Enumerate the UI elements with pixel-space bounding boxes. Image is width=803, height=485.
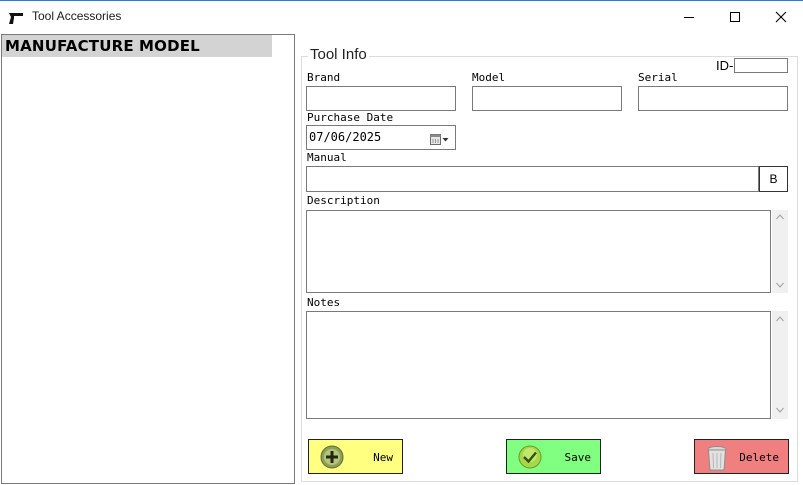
window-title: Tool Accessories — [32, 9, 122, 23]
description-label: Description — [307, 194, 380, 207]
serial-label: Serial — [638, 71, 678, 84]
serial-field[interactable] — [638, 86, 788, 111]
minimize-icon — [684, 17, 694, 18]
close-button[interactable] — [758, 1, 803, 33]
brand-label: Brand — [307, 71, 341, 84]
maximize-button[interactable] — [712, 1, 758, 33]
save-button-label: Save — [564, 451, 592, 464]
group-title: Tool Info — [308, 46, 369, 63]
column-header-manufacture[interactable]: MANUFACTURE — [5, 37, 134, 55]
delete-button-label: Delete — [739, 451, 779, 464]
column-header-model[interactable]: MODEL — [139, 37, 200, 55]
plus-circle-icon — [320, 445, 344, 469]
title-bar: Tool Accessories — [0, 1, 803, 33]
calendar-dropdown-icon[interactable] — [430, 131, 450, 150]
tool-list[interactable]: MANUFACTURE MODEL — [1, 34, 295, 484]
description-scrollbar[interactable] — [772, 210, 788, 293]
notes-field[interactable] — [306, 311, 771, 419]
purchase-date-picker[interactable]: 07/06/2025 — [306, 125, 456, 150]
list-header: MANUFACTURE MODEL — [2, 35, 272, 57]
manual-label: Manual — [307, 151, 347, 164]
purchase-date-value[interactable]: 07/06/2025 — [309, 130, 381, 144]
trash-can-icon — [704, 444, 730, 472]
save-button[interactable]: Save — [506, 439, 601, 474]
browse-manual-button[interactable]: B — [759, 166, 788, 192]
new-button-label: New — [373, 451, 393, 464]
model-label: Model — [472, 71, 506, 84]
scroll-up-icon[interactable] — [776, 316, 784, 322]
scroll-up-icon[interactable] — [776, 214, 784, 220]
purchase-date-label: Purchase Date — [307, 111, 394, 124]
new-button[interactable]: New — [308, 439, 403, 474]
brand-field[interactable] — [306, 86, 456, 111]
scroll-down-icon[interactable] — [776, 282, 784, 288]
minimize-button[interactable] — [666, 1, 712, 33]
check-circle-icon — [518, 445, 542, 469]
pistol-icon — [8, 10, 24, 24]
maximize-icon — [730, 12, 740, 22]
id-label: ID- — [716, 58, 734, 73]
manual-field[interactable] — [306, 166, 759, 192]
description-field[interactable] — [306, 210, 771, 293]
close-icon — [775, 11, 787, 23]
id-field[interactable] — [734, 58, 788, 73]
scroll-down-icon[interactable] — [776, 407, 784, 413]
app-window: Tool Accessories MANUFACTURE MODEL Tool … — [0, 0, 803, 485]
notes-scrollbar[interactable] — [772, 311, 788, 419]
notes-label: Notes — [307, 296, 341, 309]
delete-button[interactable]: Delete — [694, 439, 789, 474]
model-field[interactable] — [472, 86, 622, 111]
